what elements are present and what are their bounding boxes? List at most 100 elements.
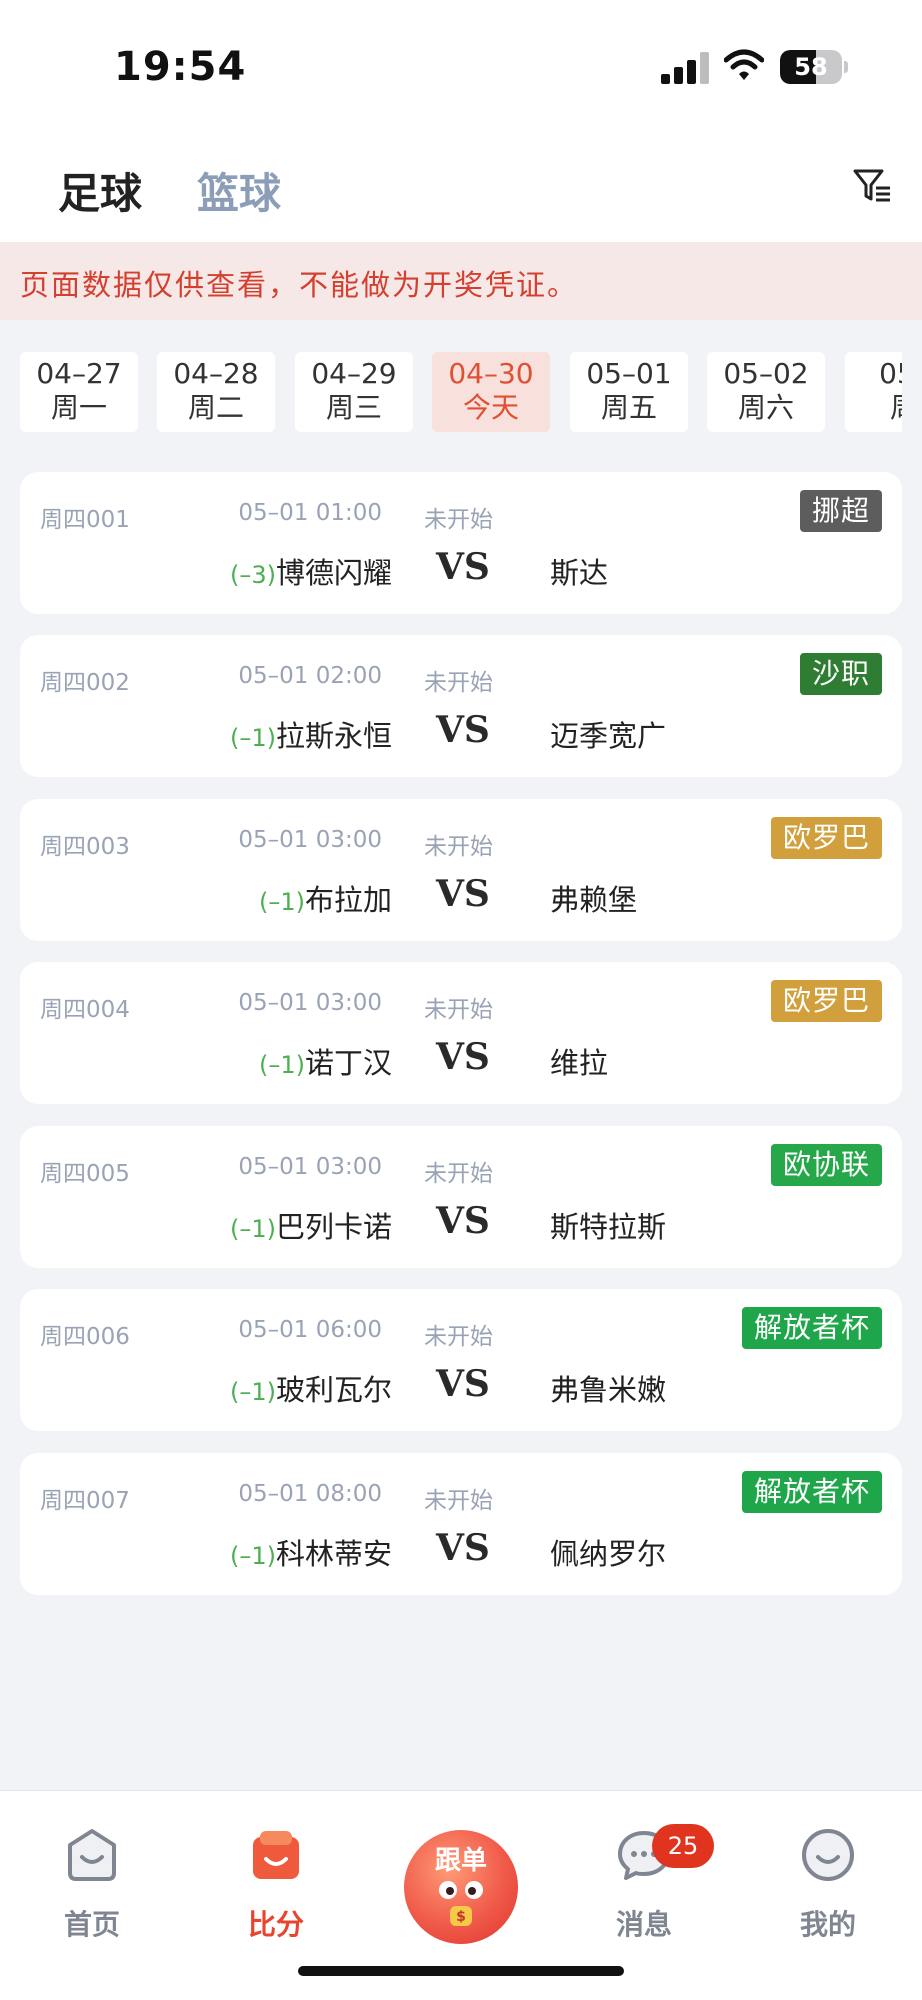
home-team: (–3)博德闪耀 [230,550,392,592]
league-badge: 解放者杯 [741,1307,882,1349]
date-item-2[interactable]: 04–29 周三 [295,352,413,432]
home-team: (–1)拉斯永恒 [230,713,392,755]
vs-label: VS [436,873,490,915]
away-team: 弗鲁米嫩 [550,1373,667,1407]
handicap: (–1) [258,1051,305,1079]
handicap: (–1) [229,1542,276,1570]
match-status: 未开始 [424,1161,493,1187]
svg-text:$: $ [456,1909,466,1925]
match-code: 周四007 [40,1488,130,1514]
match-card[interactable]: 周四005 05–01 03:00 未开始 欧协联 (–1)巴列卡诺 VS 斯特… [20,1126,902,1268]
home-team-name: 科林蒂安 [275,1537,392,1571]
match-code: 周四004 [40,997,130,1023]
wifi-icon [724,49,764,80]
messages-badge: 25 [652,1824,714,1868]
score-icon [253,1831,299,1879]
home-icon [68,1829,116,1881]
match-card[interactable]: 周四002 05–01 02:00 未开始 沙职 (–1)拉斯永恒 VS 迈季宽… [20,635,902,777]
vs-label: VS [436,546,490,588]
nav-score[interactable]: 比分 [216,1827,336,1943]
match-time: 05–01 02:00 [238,663,382,689]
match-card[interactable]: 周四004 05–01 03:00 未开始 欧罗巴 (–1)诺丁汉 VS 维拉 [20,962,902,1104]
home-team-name: 玻利瓦尔 [275,1373,392,1407]
away-team: 弗赖堡 [550,883,638,917]
mascot-icon: $ [439,1881,483,1926]
date-item-0[interactable]: 04–27 周一 [20,352,138,432]
vs-label: VS [436,1527,490,1569]
date-item-1[interactable]: 04–28 周二 [157,352,275,432]
profile-smile-icon [802,1829,854,1881]
away-team: 迈季宽广 [550,719,667,753]
match-status: 未开始 [424,670,493,696]
match-card[interactable]: 周四007 05–01 08:00 未开始 解放者杯 (–1)科林蒂安 VS 佩… [20,1453,902,1595]
match-card[interactable]: 周四003 05–01 03:00 未开始 欧罗巴 (–1)布拉加 VS 弗赖堡 [20,799,902,941]
nav-score-label: 比分 [247,1908,304,1941]
date-item-5[interactable]: 05–02 周六 [707,352,825,432]
match-code: 周四003 [40,834,130,860]
battery-level: 58 [794,53,828,81]
league-badge: 沙职 [799,653,882,695]
home-team-name: 布拉加 [304,883,392,917]
home-team: (–1)布拉加 [259,877,392,919]
disclaimer-banner: 页面数据仅供查看，不能做为开奖凭证。 [0,242,922,320]
match-status: 未开始 [424,834,493,860]
match-status: 未开始 [424,1488,493,1514]
tab-basketball[interactable]: 篮球 [197,160,281,221]
filter-icon[interactable] [852,166,892,206]
home-team-name: 博德闪耀 [275,556,392,590]
nav-home[interactable]: 首页 [32,1827,152,1943]
date-selector: 04–27 周一 04–28 周二 04–29 周三 04–30 今天 05–0… [0,350,902,434]
match-status: 未开始 [424,1324,493,1350]
battery-icon: 58 [780,50,848,84]
match-time: 05–01 03:00 [238,827,382,853]
handicap: (–1) [258,888,305,916]
handicap: (–3) [229,561,276,589]
vs-label: VS [436,1363,490,1405]
vs-label: VS [436,709,490,751]
home-team: (–1)科林蒂安 [230,1531,392,1573]
home-team-name: 拉斯永恒 [275,719,392,753]
away-team: 维拉 [550,1046,609,1080]
vs-label: VS [436,1200,490,1242]
cellular-signal-icon [661,52,711,84]
nav-mine-label: 我的 [799,1908,856,1941]
home-indicator [298,1966,624,1976]
match-code: 周四001 [40,507,130,533]
date-item-6[interactable]: 05– 周 [845,352,902,432]
match-time: 05–01 06:00 [238,1317,382,1343]
match-time: 05–01 03:00 [238,990,382,1016]
league-badge: 欧罗巴 [770,817,882,859]
status-time: 19:54 [114,44,247,90]
follow-bet-button[interactable]: 跟单 $ [404,1830,518,1944]
match-time: 05–01 08:00 [238,1481,382,1507]
league-badge: 欧罗巴 [770,980,882,1022]
league-badge: 解放者杯 [741,1471,882,1513]
home-team: (–1)玻利瓦尔 [230,1367,392,1409]
score-page: 19:54 58 足球 篮球 页面数据仅供查看，不能做为开奖凭证。 04–27 … [0,0,922,2000]
tab-football[interactable]: 足球 [58,160,142,221]
match-time: 05–01 01:00 [238,500,382,526]
away-team: 斯特拉斯 [550,1210,667,1244]
nav-messages-label: 消息 [615,1908,672,1941]
league-badge: 欧协联 [770,1144,882,1186]
handicap: (–1) [229,1378,276,1406]
match-time: 05–01 03:00 [238,1154,382,1180]
date-item-4[interactable]: 05–01 周五 [570,352,688,432]
away-team: 佩纳罗尔 [550,1537,667,1571]
disclaimer-text: 页面数据仅供查看，不能做为开奖凭证。 [20,268,579,302]
home-team-name: 巴列卡诺 [275,1210,392,1244]
away-team: 斯达 [550,556,609,590]
nav-mine[interactable]: 我的 [768,1827,888,1943]
match-code: 周四005 [40,1161,130,1187]
match-card[interactable]: 周四001 05–01 01:00 未开始 挪超 (–3)博德闪耀 VS 斯达 [20,472,902,614]
nav-home-label: 首页 [63,1908,120,1941]
home-team: (–1)诺丁汉 [259,1040,392,1082]
home-team-name: 诺丁汉 [304,1046,392,1080]
handicap: (–1) [229,1215,276,1243]
handicap: (–1) [229,724,276,752]
header: 19:54 58 足球 篮球 [0,0,922,242]
date-item-today[interactable]: 04–30 今天 [432,352,550,432]
match-status: 未开始 [424,997,493,1023]
match-card[interactable]: 周四006 05–01 06:00 未开始 解放者杯 (–1)玻利瓦尔 VS 弗… [20,1289,902,1431]
match-code: 周四002 [40,670,130,696]
